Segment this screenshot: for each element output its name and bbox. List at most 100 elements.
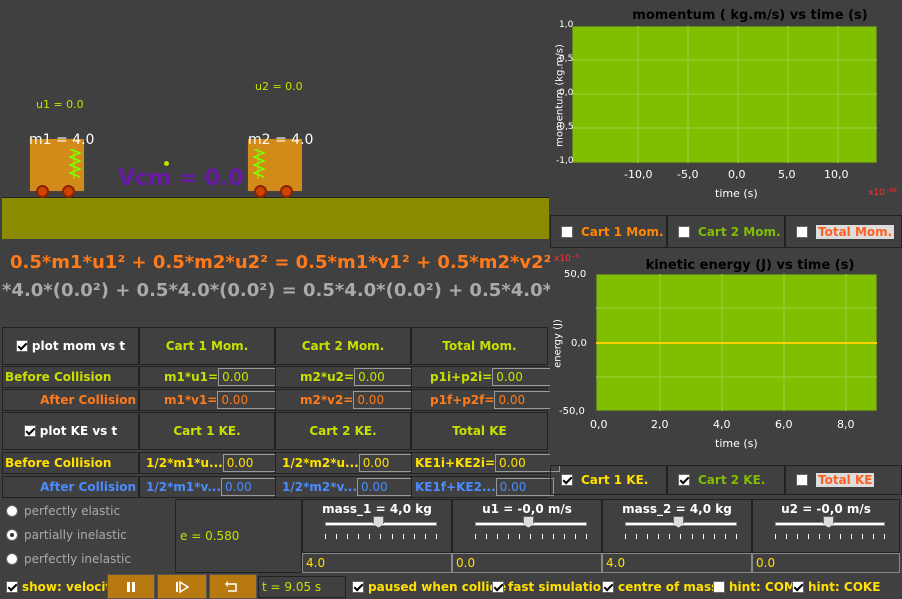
- checkbox-icon[interactable]: [602, 581, 614, 593]
- checkbox-icon[interactable]: [678, 474, 690, 486]
- reset-icon: [225, 580, 237, 592]
- m2-label: m2 = 4.0: [248, 132, 314, 148]
- u2-slider-thumb[interactable]: [823, 516, 834, 528]
- checkbox-icon[interactable]: [796, 474, 808, 486]
- legend-cart1-mom[interactable]: Cart 1 Mom.: [550, 215, 667, 248]
- m1u1-field[interactable]: [218, 368, 284, 386]
- checkbox-icon[interactable]: [678, 225, 690, 238]
- checkbox-icon[interactable]: [15, 340, 28, 352]
- radio-icon[interactable]: [6, 505, 18, 517]
- wheel-icon: [280, 185, 293, 198]
- ke-after-total: KE1f+KE2...: [411, 476, 554, 498]
- ke-col-total: Total KE: [411, 412, 548, 450]
- mass2-slider-title: mass_2 = 4,0 kg: [622, 502, 732, 516]
- mass2-slider-panel: mass_2 = 4,0 kg: [602, 499, 752, 553]
- mass1-slider-title: mass_1 = 4,0 kg: [322, 502, 432, 516]
- ke-ytick: 50,0: [564, 269, 587, 280]
- wheel-icon: [62, 185, 75, 198]
- plot-mom-toggle[interactable]: plot mom vs t: [2, 327, 139, 365]
- mass1-value-field[interactable]: 4.0: [302, 553, 452, 573]
- slider-ticks: [775, 534, 885, 539]
- m2v2-field[interactable]: [353, 391, 414, 409]
- legend-cart2-ke[interactable]: Cart 2 KE.: [667, 465, 785, 495]
- u1-slider-thumb[interactable]: [523, 516, 534, 528]
- u1-value-field[interactable]: 0.0: [452, 553, 602, 573]
- radio-icon[interactable]: [6, 553, 18, 565]
- restitution-panel[interactable]: e = 0.580: [175, 499, 302, 573]
- checkbox-icon[interactable]: [796, 225, 808, 238]
- mom-ytick: -1,0: [556, 156, 574, 166]
- ke-exp-label: x10⁻³: [554, 254, 580, 264]
- m1v1-field[interactable]: [217, 391, 283, 409]
- radio-partially-inelastic[interactable]: partially inelastic: [6, 528, 127, 542]
- slider-ticks: [475, 534, 587, 539]
- fast-simulation-toggle[interactable]: fast simulation: [492, 580, 610, 594]
- ke-before-cart1: 1/2*m1*u...: [139, 452, 288, 474]
- track-ground: [2, 197, 549, 239]
- m2u2-field[interactable]: [354, 368, 415, 386]
- slider-ticks: [625, 534, 737, 539]
- checkbox-icon[interactable]: [23, 425, 36, 437]
- checkbox-icon[interactable]: [792, 581, 804, 593]
- mom-col-cart1: Cart 1 Mom.: [139, 327, 275, 365]
- reset-button[interactable]: [209, 574, 257, 599]
- checkbox-icon[interactable]: [713, 581, 725, 593]
- ke-before-total: KE1i+KE2i=: [411, 452, 561, 474]
- ke-xtick: 2,0: [651, 418, 669, 431]
- hint-coke-toggle[interactable]: hint: COKE: [792, 580, 880, 594]
- mom-after-cart1: m1*v1=: [139, 389, 283, 411]
- slider-ticks: [325, 534, 437, 539]
- step-forward-button[interactable]: [157, 574, 207, 599]
- legend-total-ke[interactable]: Total KE: [785, 465, 902, 495]
- mom-before-cart1: m1*u1=: [139, 366, 284, 388]
- mom-xtick: -5,0: [677, 168, 699, 181]
- radio-perfectly-inelastic[interactable]: perfectly inelastic: [6, 552, 131, 566]
- momentum-chart: momentum ( kg.m/s) vs time (s) 1,0 0,5 0…: [550, 0, 902, 215]
- mom-after-cart2: m2*v2=: [275, 389, 414, 411]
- checkbox-icon[interactable]: [561, 474, 573, 486]
- ke2-initial-field[interactable]: [358, 454, 417, 472]
- paused-when-collide-toggle[interactable]: paused when collide: [352, 580, 506, 594]
- mom-exp-label: x10⁻⁰⁶: [868, 188, 897, 198]
- mom-xtick: 5,0: [778, 168, 796, 181]
- u2-slider-title: u2 = -0,0 m/s: [781, 502, 871, 516]
- mass2-value-field[interactable]: 4.0: [602, 553, 752, 573]
- checkbox-icon[interactable]: [352, 581, 364, 593]
- u1-label: u1 = 0.0: [36, 98, 84, 111]
- momentum-plot-svg: [571, 25, 878, 164]
- legend-total-mom[interactable]: Total Mom.: [785, 215, 902, 248]
- legend-cart1-ke[interactable]: Cart 1 KE.: [550, 465, 667, 495]
- radio-icon[interactable]: [6, 529, 18, 541]
- ke-ytick: 0,0: [571, 338, 587, 349]
- checkbox-icon[interactable]: [492, 581, 504, 593]
- pause-button[interactable]: [107, 574, 155, 599]
- mom-xtick: 0,0: [728, 168, 746, 181]
- hint-com-toggle[interactable]: hint: COM: [713, 580, 796, 594]
- mass1-slider-panel: mass_1 = 4,0 kg: [302, 499, 452, 553]
- u2-value-field[interactable]: 0.0: [752, 553, 900, 573]
- mass1-slider-thumb[interactable]: [373, 516, 384, 528]
- ke-after-label: After Collision: [2, 476, 139, 498]
- centre-of-mass-toggle[interactable]: centre of mass: [602, 580, 718, 594]
- u2-slider-panel: u2 = -0,0 m/s: [752, 499, 900, 553]
- u2-label: u2 = 0.0: [255, 80, 303, 93]
- vcm-label: Vcm = 0.0: [118, 166, 244, 191]
- spring-icon: [252, 149, 266, 179]
- checkbox-icon[interactable]: [561, 225, 573, 238]
- ke-final-total-field[interactable]: [495, 478, 554, 496]
- radio-perfectly-elastic[interactable]: perfectly elastic: [6, 504, 120, 518]
- p-initial-field[interactable]: [492, 368, 558, 386]
- legend-cart2-mom[interactable]: Cart 2 Mom.: [667, 215, 785, 248]
- ke-before-label: Before Collision: [2, 452, 139, 474]
- ke2-final-field[interactable]: [357, 478, 416, 496]
- mass2-slider-thumb[interactable]: [673, 516, 684, 528]
- ke-after-cart1: 1/2*m1*v...: [139, 476, 287, 498]
- plot-ke-toggle[interactable]: plot KE vs t: [2, 412, 139, 450]
- restitution-label: e = 0.580: [180, 529, 240, 543]
- ke-col-cart2: Cart 2 KE.: [275, 412, 411, 450]
- ke-xtick: 4,0: [713, 418, 731, 431]
- checkbox-icon[interactable]: [6, 581, 18, 593]
- ke-xlabel: time (s): [715, 437, 758, 450]
- show-velocity-toggle[interactable]: show: velocity: [6, 580, 119, 594]
- step-forward-icon: [176, 580, 189, 593]
